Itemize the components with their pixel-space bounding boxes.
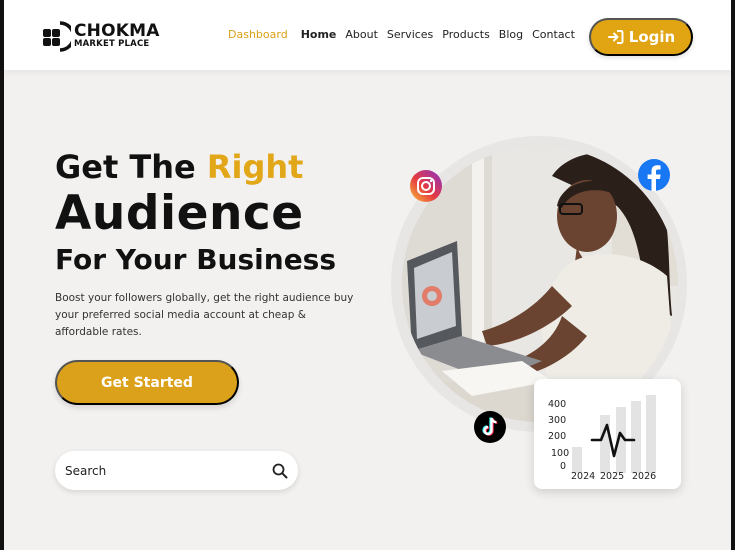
nav-contact[interactable]: Contact bbox=[532, 28, 575, 41]
logo-mark-icon bbox=[43, 21, 71, 52]
search-bar bbox=[55, 451, 298, 490]
y-tick-300: 300 bbox=[548, 415, 567, 426]
search-input[interactable] bbox=[65, 460, 255, 482]
get-started-button[interactable]: Get Started bbox=[55, 360, 239, 405]
y-tick-0: 0 bbox=[560, 461, 567, 472]
x-tick-2026: 2026 bbox=[632, 471, 657, 482]
login-arrow-icon bbox=[607, 30, 624, 44]
instagram-icon[interactable] bbox=[409, 169, 443, 203]
nav-dashboard[interactable]: Dashboard bbox=[228, 28, 288, 41]
nav-services[interactable]: Services bbox=[387, 28, 433, 41]
tiktok-icon[interactable] bbox=[473, 410, 507, 444]
nav-about[interactable]: About bbox=[345, 28, 378, 41]
y-tick-200: 200 bbox=[548, 431, 567, 442]
hero-heading-prefix: Get The bbox=[55, 148, 196, 186]
login-label: Login bbox=[628, 28, 676, 46]
nav-products[interactable]: Products bbox=[442, 28, 490, 41]
y-tick-400: 400 bbox=[548, 399, 567, 410]
navbar: CHOKMA MARKET PLACE Dashboard Home About… bbox=[4, 0, 731, 70]
main-nav: Dashboard Home About Services Products B… bbox=[228, 28, 584, 41]
landing-page: CHOKMA MARKET PLACE Dashboard Home About… bbox=[4, 0, 731, 550]
login-button[interactable]: Login bbox=[589, 18, 693, 56]
hero-description: Boost your followers globally, get the r… bbox=[55, 292, 354, 338]
logo[interactable]: CHOKMA MARKET PLACE bbox=[41, 20, 171, 54]
x-tick-2025: 2025 bbox=[600, 471, 625, 482]
brand-name: CHOKMA bbox=[74, 21, 160, 41]
search-icon[interactable] bbox=[271, 462, 289, 480]
hero-heading-line1: Get The Right bbox=[55, 148, 303, 186]
x-tick-2024: 2024 bbox=[571, 471, 596, 482]
hero-heading-line2: Audience bbox=[55, 186, 304, 241]
stats-card: 400 300 200 100 0 2024 2025 2026 bbox=[534, 379, 681, 489]
nav-blog[interactable]: Blog bbox=[499, 28, 523, 41]
nav-home[interactable]: Home bbox=[301, 28, 337, 41]
hero-heading-line3: For Your Business bbox=[55, 243, 337, 276]
facebook-icon[interactable] bbox=[637, 158, 671, 192]
hero-heading-accent: Right bbox=[206, 148, 304, 186]
y-tick-100: 100 bbox=[551, 448, 570, 459]
brand-tagline: MARKET PLACE bbox=[74, 39, 150, 49]
